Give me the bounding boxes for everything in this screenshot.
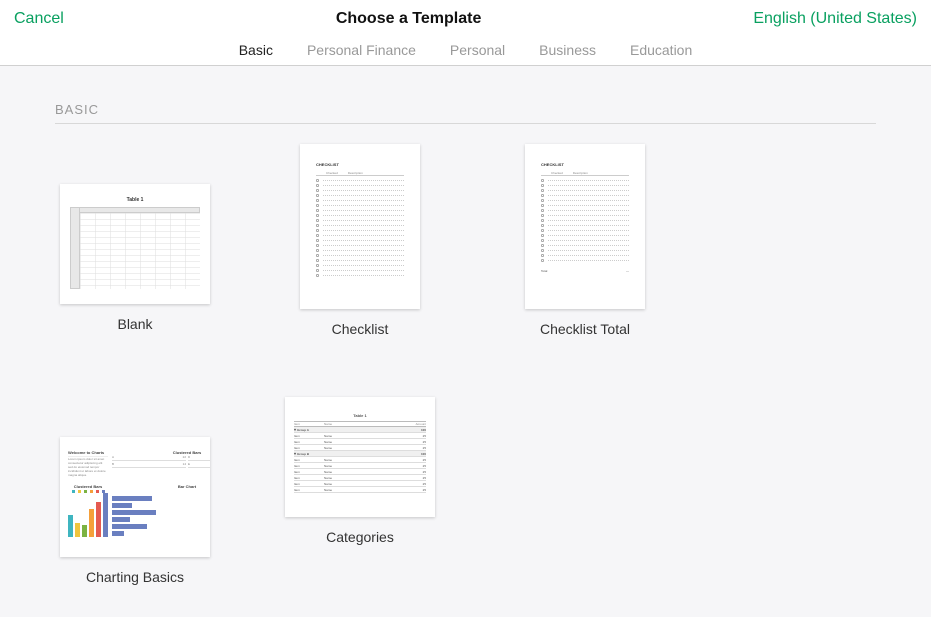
categories-col-amount: Amount [406, 422, 426, 426]
section-header-basic: BASIC [55, 102, 876, 124]
categories-col-item: Item [294, 422, 324, 426]
template-checklist-thumb: CHECKLIST Checked Description [300, 144, 420, 309]
tab-business[interactable]: Business [539, 42, 596, 58]
language-button[interactable]: English (United States) [753, 10, 917, 28]
template-categories-thumb: Table 1 Item Name Amount ▾Group A100 Ite… [285, 397, 435, 517]
cancel-button[interactable]: Cancel [14, 10, 64, 28]
checklist-total-footer-label: Total [541, 269, 547, 273]
template-blank[interactable]: Table 1 Blank [55, 184, 215, 337]
template-blank-label: Blank [117, 316, 152, 332]
template-checklist-total-thumb: CHECKLIST Checked Description [525, 144, 645, 309]
category-tabs: Basic Personal Finance Personal Business… [0, 38, 931, 66]
template-blank-thumb: Table 1 [60, 184, 210, 304]
categories-col-name: Name [324, 422, 406, 426]
basic-grid: Table 1 Blank CHECKLIST Checked Descript… [55, 144, 876, 585]
template-checklist-label: Checklist [332, 321, 389, 337]
template-checklist-total[interactable]: CHECKLIST Checked Description [505, 144, 665, 337]
categories-thumb-title: Table 1 [294, 413, 426, 418]
header-bar: Cancel Choose a Template English (United… [0, 0, 931, 38]
checklist-total-col-checked: Checked [551, 171, 563, 175]
checklist-total-col-description: Description [573, 171, 588, 175]
tab-education[interactable]: Education [630, 42, 692, 58]
template-categories[interactable]: Table 1 Item Name Amount ▾Group A100 Ite… [280, 397, 440, 585]
template-charting-basics-label: Charting Basics [86, 569, 184, 585]
mini-bar-chart [68, 495, 108, 537]
tab-personal[interactable]: Personal [450, 42, 505, 58]
template-checklist[interactable]: CHECKLIST Checked Description [280, 144, 440, 337]
template-charting-basics[interactable]: Welcome to Charts Lorem ipsum dolor sit … [55, 437, 215, 585]
template-checklist-total-label: Checklist Total [540, 321, 630, 337]
tab-personal-finance[interactable]: Personal Finance [307, 42, 416, 58]
tab-basic[interactable]: Basic [239, 42, 273, 58]
checklist-total-thumb-title: CHECKLIST [541, 162, 629, 167]
checklist-col-checked: Checked [326, 171, 338, 175]
checklist-col-description: Description [348, 171, 363, 175]
template-charting-basics-thumb: Welcome to Charts Lorem ipsum dolor sit … [60, 437, 210, 557]
template-categories-label: Categories [326, 529, 394, 545]
charting-bars-title: Clustered Bars [68, 484, 108, 489]
checklist-thumb-title: CHECKLIST [316, 162, 404, 167]
template-gallery[interactable]: BASIC Table 1 Blank CHECKLIST Checked [0, 66, 931, 617]
mini-hbar-chart [112, 490, 210, 536]
charting-table-title: Clustered Bars [112, 450, 210, 455]
blank-sheet-title: Table 1 [70, 197, 200, 203]
charting-text-title: Welcome to Charts [68, 450, 108, 455]
page-title: Choose a Template [336, 10, 482, 28]
